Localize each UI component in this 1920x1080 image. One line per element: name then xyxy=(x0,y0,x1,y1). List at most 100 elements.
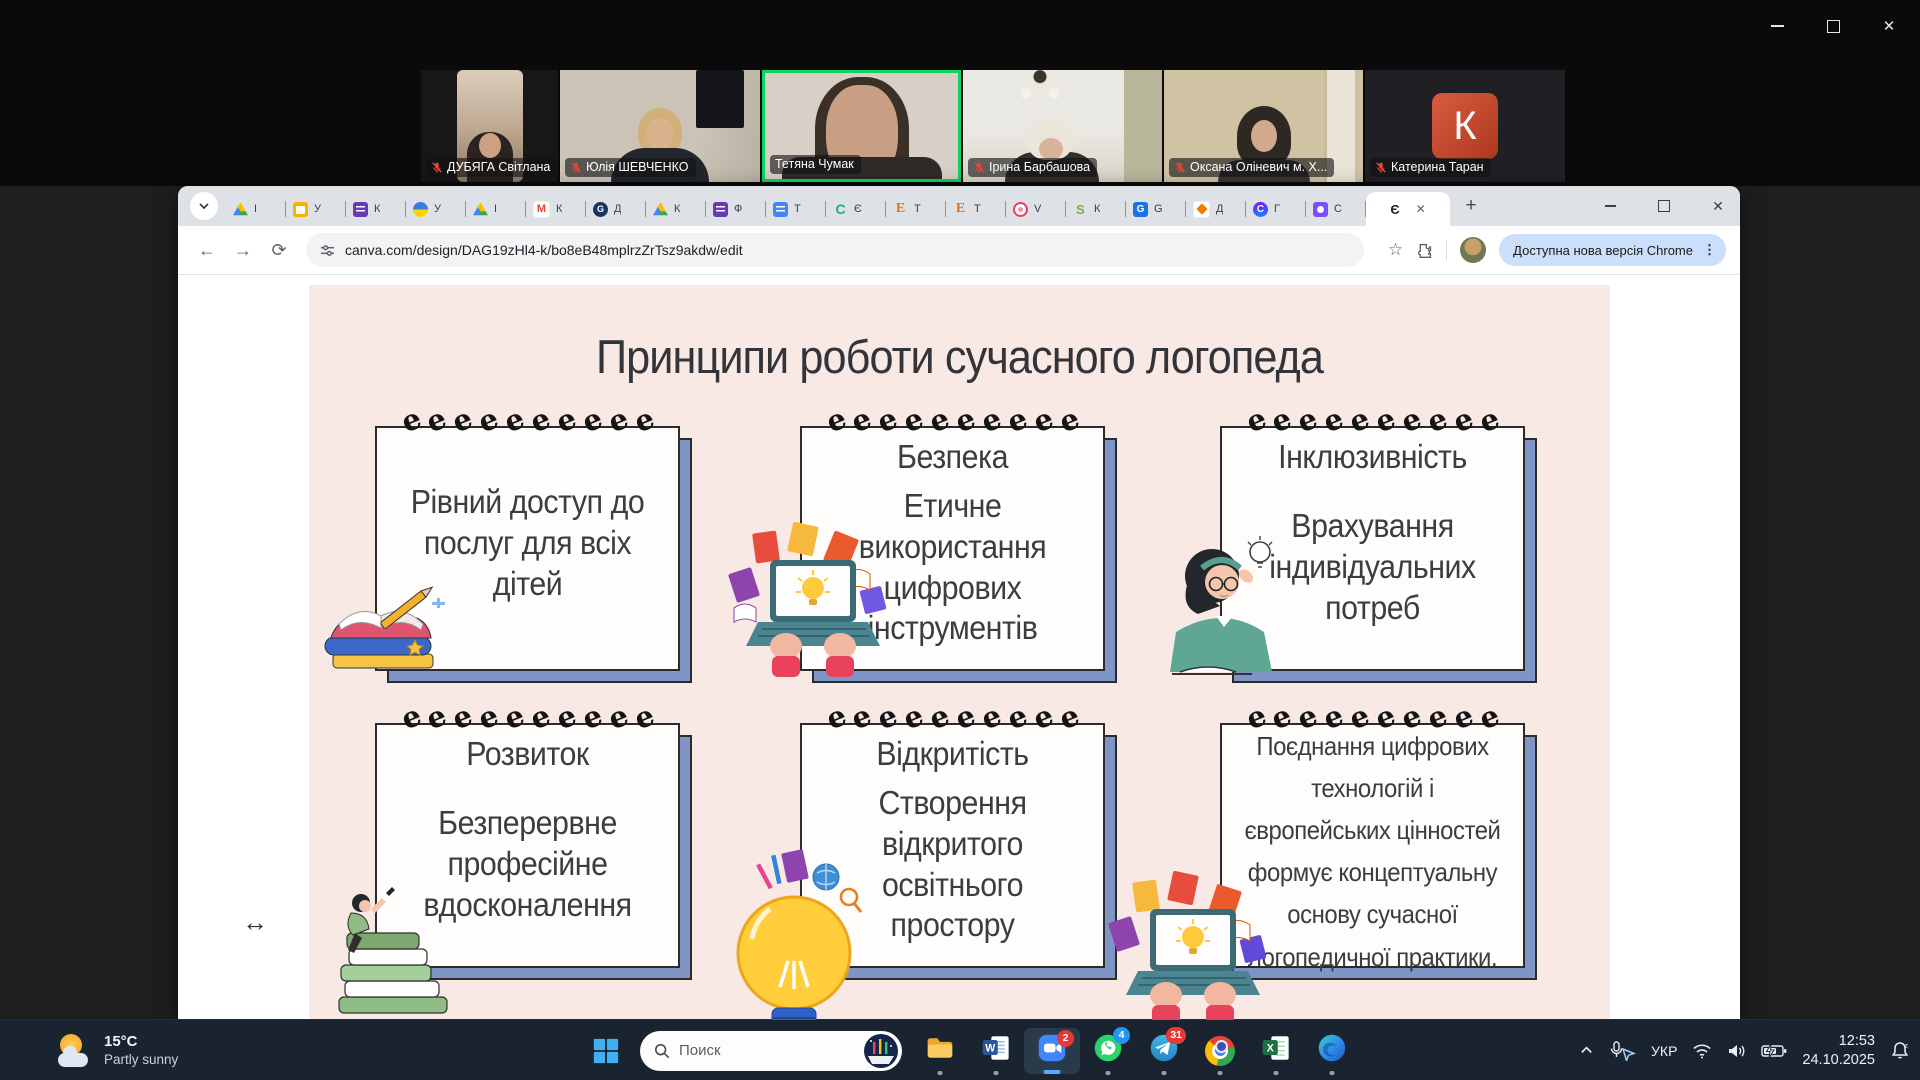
windows-logo-icon xyxy=(592,1037,620,1065)
start-button[interactable] xyxy=(584,1029,628,1073)
excel-app-glyph: X xyxy=(1261,1033,1291,1068)
participant-tile[interactable]: К Катерина Таран xyxy=(1365,70,1565,182)
taskbar-telegram-icon[interactable]: 31 xyxy=(1136,1025,1192,1077)
taskbar-word-icon[interactable]: W xyxy=(968,1025,1024,1077)
eorange-favicon xyxy=(953,202,968,217)
browser-tab[interactable]: Т xyxy=(886,192,946,226)
word-app-glyph: W xyxy=(981,1033,1011,1068)
browser-restore-icon[interactable] xyxy=(1656,198,1672,214)
taskbar-weather-widget[interactable]: 15°C Partly sunny xyxy=(56,1020,178,1080)
canva-slide[interactable]: Принципи роботи сучасного логопеда Рівни… xyxy=(309,285,1610,1020)
tab-search-button[interactable] xyxy=(190,192,218,220)
participant-tile-active-speaker[interactable]: Тетяна Чумак xyxy=(762,70,961,182)
taskbar-clock[interactable]: 12:53 24.10.2025 xyxy=(1802,1032,1875,1070)
notification-badge: 31 xyxy=(1166,1027,1186,1044)
principle-card[interactable]: Інклюзивність Врахування індивідуальних … xyxy=(1220,426,1525,671)
tray-chevron-up-icon[interactable] xyxy=(1579,1043,1594,1058)
browser-tab[interactable]: V xyxy=(1006,192,1066,226)
browser-tab[interactable]: С xyxy=(1306,192,1366,226)
taskbar-excel-icon[interactable]: X xyxy=(1248,1025,1304,1077)
date-text: 24.10.2025 xyxy=(1802,1051,1875,1070)
address-bar[interactable]: canva.com/design/DAG19zHl4-k/bo8eB48mplr… xyxy=(306,233,1364,267)
browser-tab[interactable]: Т xyxy=(946,192,1006,226)
browser-tab[interactable]: Г xyxy=(1246,192,1306,226)
spiral-binding: eeeeeeeeee xyxy=(827,704,1079,730)
browser-tab[interactable]: Є xyxy=(826,192,886,226)
mic-in-use-icon[interactable] xyxy=(1609,1041,1636,1061)
card-heading: Розвиток xyxy=(389,735,666,773)
edge-app-glyph xyxy=(1317,1033,1347,1068)
participant-name-chip: Оксана Оліневич м. Х... xyxy=(1169,158,1334,177)
back-button[interactable]: ← xyxy=(192,235,222,265)
chrome-update-button[interactable]: Доступна нова версія Chrome ⋮ xyxy=(1499,234,1726,266)
mic-muted-icon xyxy=(570,161,582,174)
vred-favicon xyxy=(1013,202,1028,217)
browser-tab[interactable]: К xyxy=(646,192,706,226)
profile-avatar[interactable] xyxy=(1460,237,1486,263)
browser-tab[interactable]: У xyxy=(286,192,346,226)
weather-condition: Partly sunny xyxy=(104,1052,178,1068)
new-tab-button[interactable]: + xyxy=(1456,191,1486,221)
browser-window-controls: ✕ xyxy=(1602,186,1726,226)
url-text: canva.com/design/DAG19zHl4-k/bo8eB48mplr… xyxy=(345,242,743,258)
laptop-idea-illustration xyxy=(1108,871,1278,1020)
browser-tab[interactable]: І xyxy=(226,192,286,226)
resize-cursor-icon: ↔ xyxy=(242,907,268,938)
desktop-screen: ✕ ДУБЯГА Світлана Юлія ШЕВЧЕНКО Тетяна Ч… xyxy=(0,0,1920,1080)
search-input[interactable]: Поиск xyxy=(640,1031,902,1071)
browser-tab[interactable]: К xyxy=(346,192,406,226)
browser-tab[interactable]: У xyxy=(406,192,466,226)
forward-button[interactable]: → xyxy=(228,235,258,265)
close-tab-icon[interactable]: ✕ xyxy=(1416,202,1426,216)
participant-tile[interactable]: Оксана Оліневич м. Х... xyxy=(1164,70,1363,182)
chevron-down-icon xyxy=(198,200,210,212)
browser-tab[interactable]: Т xyxy=(766,192,826,226)
notifications-bell-icon[interactable]: z xyxy=(1890,1041,1910,1061)
participant-tile[interactable]: Юлія ШЕВЧЕНКО xyxy=(560,70,760,182)
browser-tab-active[interactable]: Є✕ xyxy=(1366,192,1450,226)
browser-tab[interactable]: Д xyxy=(586,192,646,226)
camp-favicon xyxy=(1313,202,1328,217)
browser-minimize-icon[interactable] xyxy=(1602,198,1618,214)
time-text: 12:53 xyxy=(1802,1032,1875,1051)
restore-window-icon[interactable] xyxy=(1820,14,1846,38)
browser-tab[interactable]: Д xyxy=(1186,192,1246,226)
volume-icon[interactable] xyxy=(1727,1043,1746,1059)
bookmark-star-icon[interactable]: ☆ xyxy=(1388,240,1403,260)
running-app-indicator xyxy=(994,1071,999,1075)
search-highlight-image[interactable] xyxy=(864,1034,898,1068)
drive-favicon xyxy=(653,202,668,217)
participant-tile[interactable]: ДУБЯГА Світлана xyxy=(421,70,558,182)
principle-card[interactable]: Розвиток Безперервне професійне вдоскона… xyxy=(375,723,680,968)
principle-card[interactable]: Безпека Етичне використання цифрових інс… xyxy=(800,426,1105,671)
principle-card[interactable]: Поєднання цифрових технологій і європейс… xyxy=(1220,723,1525,968)
reload-button[interactable]: ⟳ xyxy=(264,235,294,265)
browser-close-icon[interactable]: ✕ xyxy=(1710,198,1726,214)
wifi-icon[interactable] xyxy=(1692,1043,1712,1059)
taskbar-zoom-icon[interactable]: 2 xyxy=(1024,1028,1080,1074)
browser-tab[interactable]: К xyxy=(1066,192,1126,226)
browser-tab[interactable]: Ф xyxy=(706,192,766,226)
taskbar-whatsapp-icon[interactable]: 4 xyxy=(1080,1025,1136,1077)
tab-label: У xyxy=(434,203,441,215)
principle-card[interactable]: Рівний доступ до послуг для всіх дітей e… xyxy=(375,426,680,671)
taskbar-edge-icon[interactable] xyxy=(1304,1025,1360,1077)
browser-tab[interactable]: G xyxy=(1126,192,1186,226)
browser-tab[interactable]: К xyxy=(526,192,586,226)
explorer-app-glyph xyxy=(925,1033,955,1068)
taskbar-chrome-icon[interactable] xyxy=(1192,1025,1248,1077)
site-settings-icon[interactable] xyxy=(320,243,335,258)
rocket-favicon xyxy=(1193,201,1210,218)
cpurple-favicon xyxy=(1253,202,1268,217)
principle-card[interactable]: Відкритість Створення відкритого освітнь… xyxy=(800,723,1105,968)
menu-kebab-icon[interactable]: ⋮ xyxy=(1703,242,1716,258)
battery-charging-icon[interactable] xyxy=(1761,1043,1787,1059)
language-indicator[interactable]: УКР xyxy=(1651,1043,1677,1059)
browser-tab[interactable]: І xyxy=(466,192,526,226)
taskbar-explorer-icon[interactable] xyxy=(912,1025,968,1077)
close-window-icon[interactable]: ✕ xyxy=(1876,14,1902,38)
extensions-puzzle-icon[interactable] xyxy=(1416,242,1433,259)
notification-badge: 4 xyxy=(1113,1027,1130,1044)
participant-tile[interactable]: Ірина Барбашова xyxy=(963,70,1162,182)
minimize-window-icon[interactable] xyxy=(1764,14,1790,38)
